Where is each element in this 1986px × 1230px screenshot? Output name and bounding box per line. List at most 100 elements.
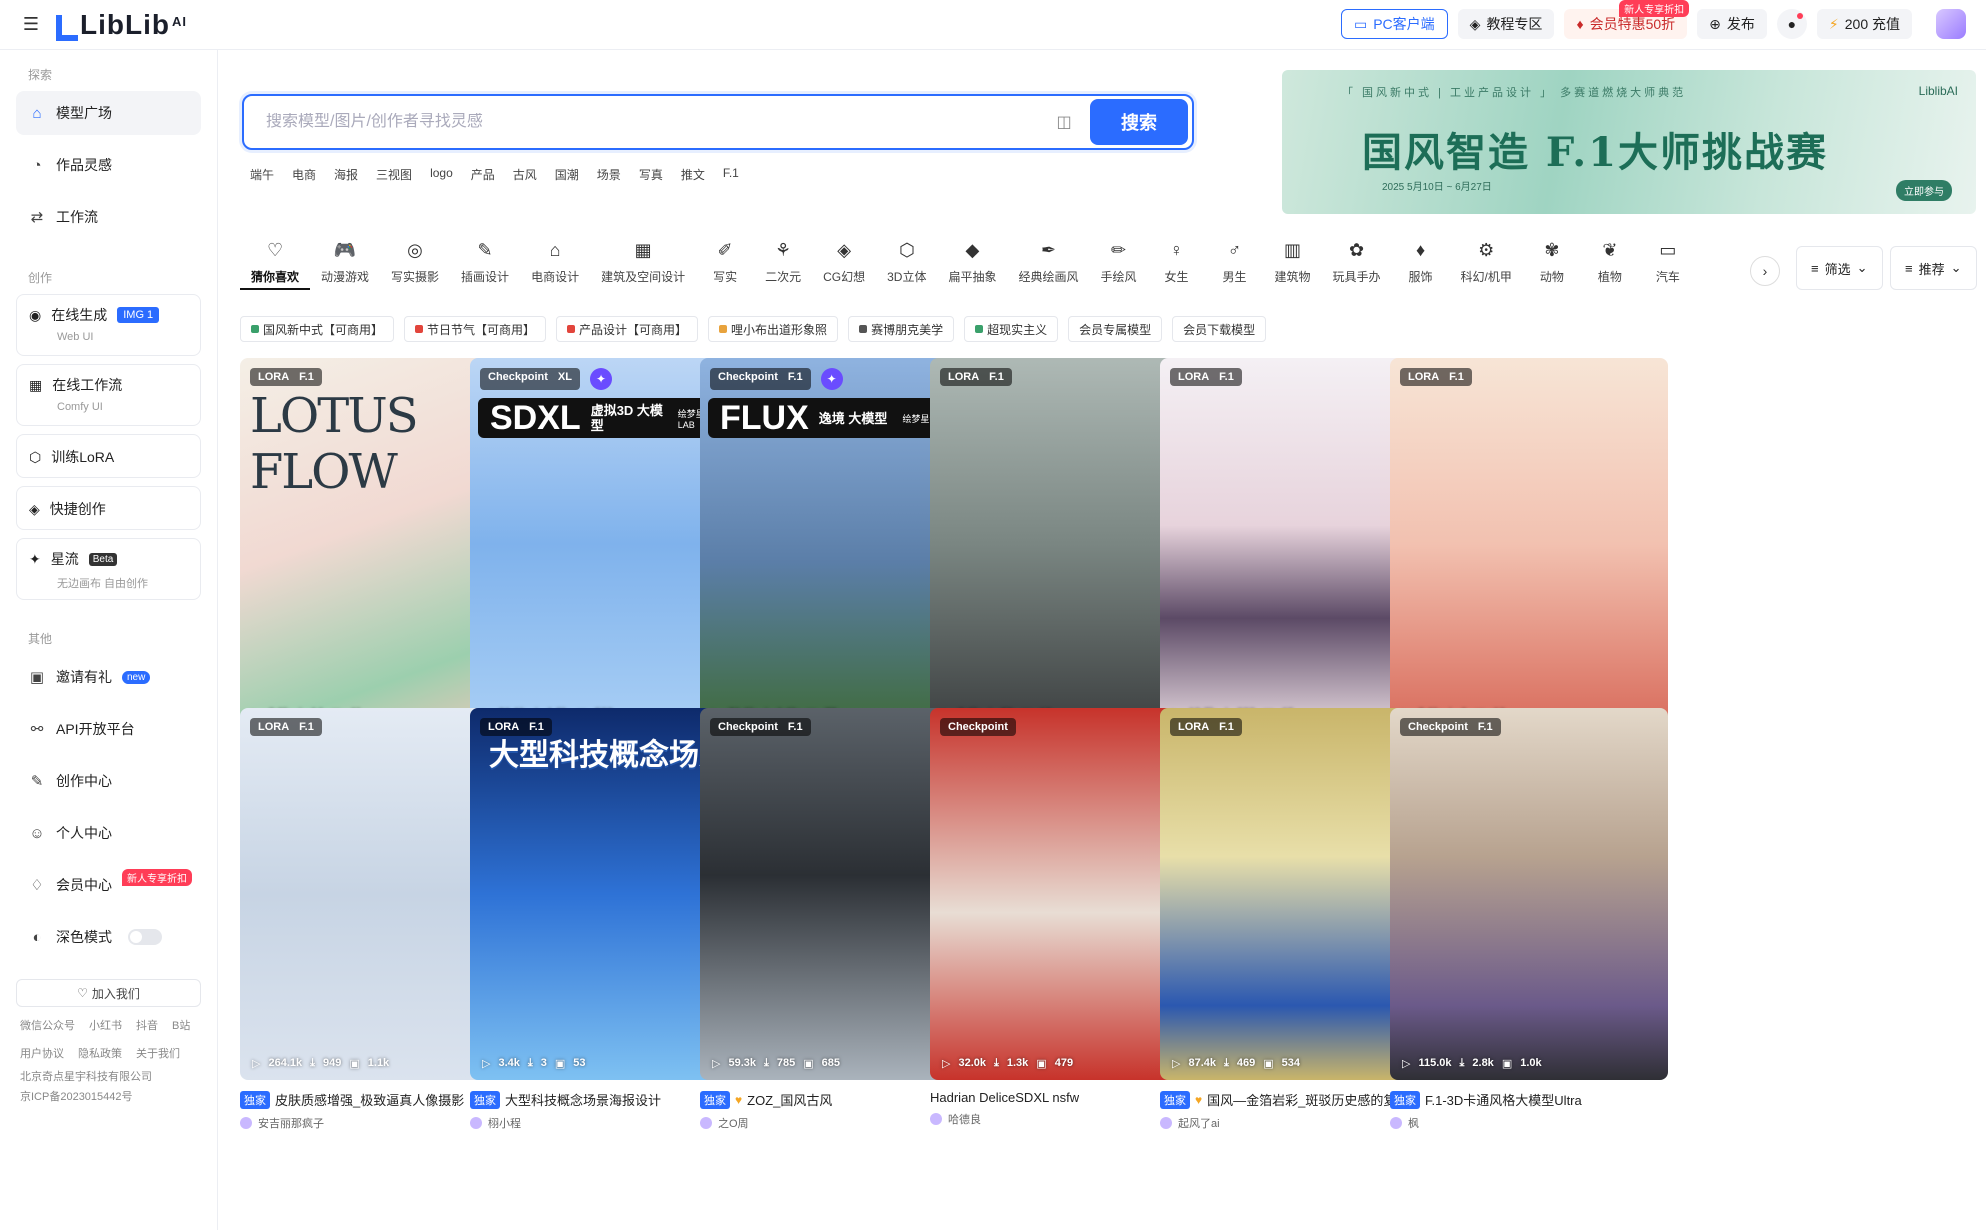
category-icon: ♂ <box>1227 240 1242 260</box>
chevron-right-icon[interactable]: › <box>1750 256 1780 286</box>
user-avatar[interactable] <box>1936 9 1966 39</box>
hot-keyword[interactable]: 端午 <box>250 166 274 183</box>
sidebar-item-api[interactable]: ⚯ API开放平台 <box>16 707 201 751</box>
message-button[interactable]: ● <box>1776 9 1807 39</box>
logo[interactable]: LibLib AI <box>56 9 187 41</box>
sort-button[interactable]: ≡ 推荐 ⌄ <box>1890 246 1977 290</box>
link-douyin[interactable]: 抖音 <box>136 1017 158 1035</box>
category-tab[interactable]: ✐ 写实 <box>696 240 754 290</box>
sidebar-item-creation-center[interactable]: ✎ 创作中心 <box>16 759 201 803</box>
topic-chip[interactable]: 节日节气【可商用】 <box>404 316 547 342</box>
topic-chip[interactable]: 超现实主义 <box>964 316 1059 342</box>
category-tab[interactable]: ♦ 服饰 <box>1392 240 1450 290</box>
model-thumbnail[interactable]: Checkpoint F.1 ▷ 115.0k ⤓ 2.8k ▣ 1.0k <box>1390 708 1668 1080</box>
sidebar-item-train-lora[interactable]: ⬡ 训练LoRA <box>16 434 201 478</box>
model-name[interactable]: 国风—金箔岩彩_斑驳历史感的复... <box>1207 1090 1407 1109</box>
category-tab[interactable]: ✏ 手绘风 <box>1090 240 1148 290</box>
topic-chip[interactable]: 赛博朋克美学 <box>848 316 955 342</box>
chat-icon: ● <box>1787 16 1797 32</box>
category-tab[interactable]: ♀ 女生 <box>1148 240 1206 290</box>
banner-join-button[interactable]: 立即参与 <box>1896 180 1952 201</box>
search-input[interactable] <box>244 113 1052 131</box>
category-tab[interactable]: ✾ 动物 <box>1523 240 1581 290</box>
sidebar-item-dark-mode[interactable]: ◐ 深色模式 <box>16 915 201 959</box>
category-tab[interactable]: ◈ CG幻想 <box>812 240 876 290</box>
sidebar-item-online-workflow[interactable]: ▦ 在线工作流 Comfy UI <box>16 364 201 426</box>
publish-button[interactable]: ⊕ 发布 <box>1697 9 1767 39</box>
category-tab[interactable]: ✿ 玩具手办 <box>1322 240 1392 290</box>
hot-keyword[interactable]: 三视图 <box>376 166 412 183</box>
sidebar-item-inspiration[interactable]: ◔ 作品灵感 <box>16 143 201 187</box>
category-tab[interactable]: ✎ 插画设计 <box>450 240 520 290</box>
link-about[interactable]: 关于我们 <box>136 1045 180 1063</box>
sidebar-item-personal[interactable]: ☺ 个人中心 <box>16 811 201 855</box>
model-name[interactable]: 皮肤质感增强_极致逼真人像摄影 <box>275 1090 464 1109</box>
category-tab[interactable]: ❦ 植物 <box>1581 240 1639 290</box>
sidebar-item-star-flow[interactable]: ✦ 星流 Beta 无边画布 自由创作 <box>16 538 201 600</box>
sidebar-item-member[interactable]: ♢ 会员中心 新人专享折扣 <box>16 863 201 907</box>
category-tab[interactable]: ⬡ 3D立体 <box>876 240 937 290</box>
model-type-tag: LORA F.1 <box>1400 368 1472 386</box>
join-us-button[interactable]: ♡ 加入我们 <box>16 979 201 1007</box>
hot-keyword[interactable]: 场景 <box>597 166 621 183</box>
menu-icon[interactable]: ☰ <box>20 14 42 36</box>
link-xiaohongshu[interactable]: 小红书 <box>89 1017 122 1035</box>
hot-keyword[interactable]: F.1 <box>723 166 739 183</box>
hot-keyword[interactable]: 国潮 <box>555 166 579 183</box>
hot-keyword[interactable]: 海报 <box>334 166 358 183</box>
model-name[interactable]: ZOZ_国风古风 <box>747 1090 832 1109</box>
category-tab[interactable]: ▦ 建筑及空间设计 <box>590 240 696 290</box>
category-tab[interactable]: ⚘ 二次元 <box>754 240 812 290</box>
sidebar-item-workflow[interactable]: ⇄ 工作流 <box>16 195 201 239</box>
hot-keyword[interactable]: logo <box>430 166 453 183</box>
category-tab[interactable]: 🎮 动漫游戏 <box>310 240 380 290</box>
category-tab[interactable]: ▭ 汽车 <box>1639 240 1697 290</box>
pc-client-button[interactable]: ▭ PC客户端 <box>1340 9 1448 39</box>
hot-keyword[interactable]: 推文 <box>681 166 705 183</box>
category-tab[interactable]: ◆ 扁平抽象 <box>937 240 1007 290</box>
model-name[interactable]: Hadrian DeliceSDXL nsfw <box>930 1090 1079 1105</box>
model-name[interactable]: F.1-3D卡通风格大模型Ultra <box>1425 1090 1582 1109</box>
promo-banner[interactable]: 「 国风新中式 | 工业产品设计 」 多赛道燃烧大师典范 LiblibAI 国风… <box>1282 70 1976 214</box>
topic-chip[interactable]: 哩小布出道形象照 <box>708 316 839 342</box>
model-thumbnail[interactable]: LORAF.1▷5.0k⤓6▣10 <box>1390 358 1668 730</box>
vip-button[interactable]: ♦ 会员特惠50折 新人专享折扣 <box>1564 0 1690 39</box>
plus-circle-icon: ⊕ <box>1709 15 1721 32</box>
category-tab[interactable]: ◎ 写实摄影 <box>380 240 450 290</box>
category-tab[interactable]: ✒ 经典绘画风 <box>1007 240 1089 290</box>
filter-button[interactable]: ≡ 筛选 ⌄ <box>1796 246 1883 290</box>
category-tab[interactable]: ⌂ 电商设计 <box>520 240 590 290</box>
topic-chip[interactable]: 国风新中式【可商用】 <box>240 316 395 342</box>
monitor-icon: ▭ <box>1353 15 1368 32</box>
model-type-tags: Checkpoint XL ✦ <box>480 368 612 390</box>
camera-icon[interactable]: ◫ <box>1052 112 1076 132</box>
hot-keyword[interactable]: 电商 <box>292 166 316 183</box>
link-user-agreement[interactable]: 用户协议 <box>20 1045 64 1063</box>
model-card[interactable]: Checkpoint F.1 ▷ 115.0k ⤓ 2.8k ▣ 1.0k 独家 F.1-3D卡通… <box>1390 708 1668 1131</box>
link-wechat[interactable]: 微信公众号 <box>20 1017 75 1035</box>
sidebar-item-invite[interactable]: ▣ 邀请有礼 new <box>16 655 201 699</box>
sidebar-item-online-generate[interactable]: ◉ 在线生成 IMG 1 Web UI <box>16 294 201 356</box>
model-author[interactable]: 枫 <box>1390 1115 1668 1131</box>
hot-keyword[interactable]: 写真 <box>639 166 663 183</box>
link-bilibili[interactable]: B站 <box>172 1017 190 1035</box>
topic-chip[interactable]: 产品设计【可商用】 <box>556 316 699 342</box>
model-type-tags: LORA F.1 <box>250 718 322 736</box>
link-privacy[interactable]: 隐私政策 <box>78 1045 122 1063</box>
hot-keyword[interactable]: 产品 <box>471 166 495 183</box>
topic-chip[interactable]: 会员下载模型 <box>1172 316 1267 342</box>
category-tab[interactable]: ♂ 男生 <box>1206 240 1264 290</box>
category-tab[interactable]: ▥ 建筑物 <box>1264 240 1322 290</box>
tutorial-button[interactable]: ◈ 教程专区 <box>1457 9 1555 39</box>
download-icon: ⤓ <box>1459 1057 1465 1069</box>
recharge-button[interactable]: ⚡ 200 充值 <box>1816 9 1912 39</box>
sidebar-item-model-square[interactable]: ⌂ 模型广场 <box>16 91 201 135</box>
category-tab[interactable]: ⚙ 科幻/机甲 <box>1450 240 1523 290</box>
search-button[interactable]: 搜索 <box>1090 99 1188 145</box>
hot-keyword[interactable]: 古风 <box>513 166 537 183</box>
sidebar-item-quick-create[interactable]: ◈ 快捷创作 <box>16 486 201 530</box>
category-tab[interactable]: ♡ 猜你喜欢 <box>240 240 311 290</box>
model-name[interactable]: 大型科技概念场景海报设计 <box>505 1090 661 1109</box>
topic-chip[interactable]: 会员专属模型 <box>1068 316 1163 342</box>
dark-mode-toggle[interactable] <box>128 929 162 945</box>
